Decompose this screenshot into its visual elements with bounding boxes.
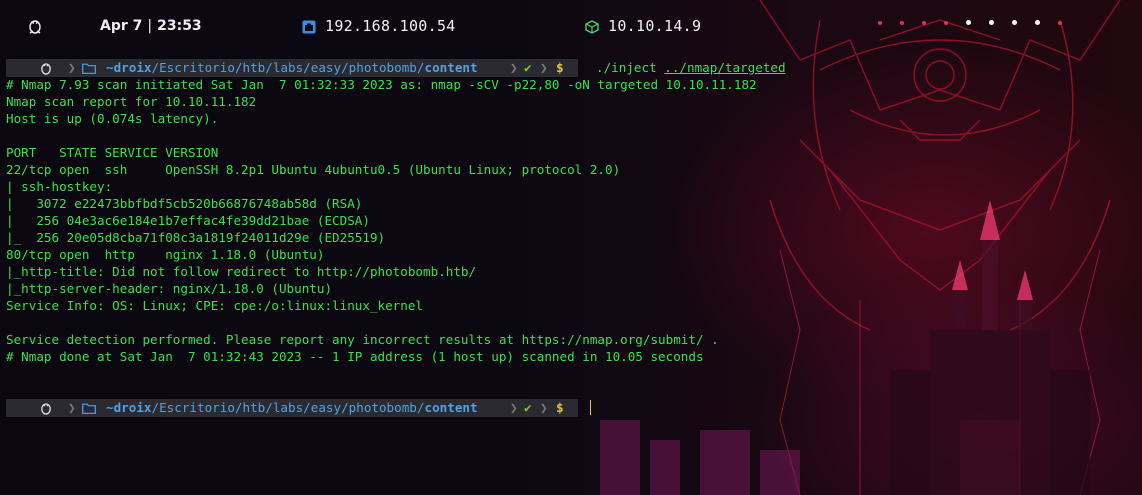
workspace-dot[interactable] bbox=[922, 20, 926, 25]
local-ip-widget: 192.168.100.54 bbox=[302, 0, 456, 52]
output-line: Service detection performed. Please repo… bbox=[6, 332, 719, 347]
output-line: # Nmap done at Sat Jan 7 01:32:43 2023 -… bbox=[6, 349, 704, 364]
workspace-dot[interactable] bbox=[1012, 20, 1017, 25]
cube-icon bbox=[585, 19, 599, 34]
output-line: | ssh-hostkey: bbox=[6, 179, 120, 194]
command-text: ./inject ../nmap/targeted bbox=[590, 59, 786, 77]
workspace-dot[interactable] bbox=[944, 20, 948, 25]
current-directory: content bbox=[424, 400, 478, 415]
current-directory: content bbox=[424, 60, 478, 75]
output-line: 80/tcp open http nginx 1.18.0 (Ubuntu) bbox=[6, 247, 325, 262]
workspace-dot[interactable] bbox=[900, 20, 904, 25]
home-symbol: ~ bbox=[106, 60, 114, 75]
clock: Apr 7 | 23:53 bbox=[100, 0, 202, 52]
workspace-dot[interactable] bbox=[989, 20, 994, 25]
command-argument-link[interactable]: ../nmap/targeted bbox=[664, 59, 785, 77]
local-ip-label: 192.168.100.54 bbox=[325, 17, 456, 35]
vpn-ip-label: 10.10.14.9 bbox=[608, 17, 702, 35]
output-line: Service Info: OS: Linux; CPE: cpe:/o:lin… bbox=[6, 298, 424, 313]
output-line: | 3072 e22473bbfbdf5cb520b66876748ab58d … bbox=[6, 196, 363, 211]
output-line: |_http-server-header: nginx/1.18.0 (Ubun… bbox=[6, 281, 333, 296]
username: droix bbox=[113, 400, 152, 415]
top-status-bar: Apr 7 | 23:53 192.168.100.54 10.10.14.9 bbox=[0, 0, 1142, 52]
tux-penguin-icon bbox=[40, 59, 52, 77]
workspace-indicator bbox=[878, 20, 1062, 25]
output-line: PORT STATE SERVICE VERSION bbox=[6, 145, 219, 160]
prompt-path: ~ droix/Escritorio/htb/labs/easy/photobom… bbox=[104, 399, 480, 417]
home-symbol: ~ bbox=[106, 400, 114, 415]
username: droix bbox=[113, 60, 152, 75]
prompt-symbol: $ bbox=[556, 60, 564, 75]
output-line: Host is up (0.074s latency). bbox=[6, 111, 219, 126]
output-line: 22/tcp open ssh OpenSSH 8.2p1 Ubuntu 4ub… bbox=[6, 162, 621, 177]
path-text: /Escritorio/htb/labs/easy/photobomb/ bbox=[151, 60, 425, 75]
output-line: | 256 04e3ac6e184e1b7effac4fe39dd21bae (… bbox=[6, 213, 370, 228]
prompt-path: ~ droix/Escritorio/htb/labs/easy/photobom… bbox=[104, 59, 480, 77]
vpn-ip-widget: 10.10.14.9 bbox=[585, 0, 701, 52]
workspace-dot[interactable] bbox=[966, 20, 971, 25]
prompt-symbol: $ bbox=[556, 400, 564, 415]
workspace-dot[interactable] bbox=[878, 20, 882, 25]
output-line: Nmap scan report for 10.10.11.182 bbox=[6, 94, 257, 109]
prompt-separator: ❯ bbox=[68, 60, 76, 75]
path-text: /Escritorio/htb/labs/easy/photobomb/ bbox=[151, 400, 425, 415]
time-label: 23:53 bbox=[157, 18, 202, 34]
text-cursor bbox=[590, 400, 591, 415]
tux-penguin-icon[interactable] bbox=[28, 0, 42, 52]
output-line: # Nmap 7.93 scan initiated Sat Jan 7 01:… bbox=[6, 77, 757, 92]
folder-icon bbox=[82, 399, 96, 417]
output-line: |_ 256 20e05d8cba71f08c3a1819f24011d29e … bbox=[6, 230, 386, 245]
tux-penguin-icon bbox=[40, 399, 52, 417]
command-prefix: ./inject bbox=[596, 60, 665, 75]
workspace-dot[interactable] bbox=[1058, 20, 1062, 25]
ethernet-icon bbox=[302, 19, 316, 34]
date-time-separator: | bbox=[147, 18, 153, 34]
output-line: |_http-title: Did not follow redirect to… bbox=[6, 264, 477, 279]
folder-icon bbox=[82, 59, 96, 77]
workspace-dot[interactable] bbox=[1035, 20, 1040, 25]
date-label: Apr 7 bbox=[100, 18, 143, 34]
prompt-separator: ❯ bbox=[68, 400, 76, 415]
